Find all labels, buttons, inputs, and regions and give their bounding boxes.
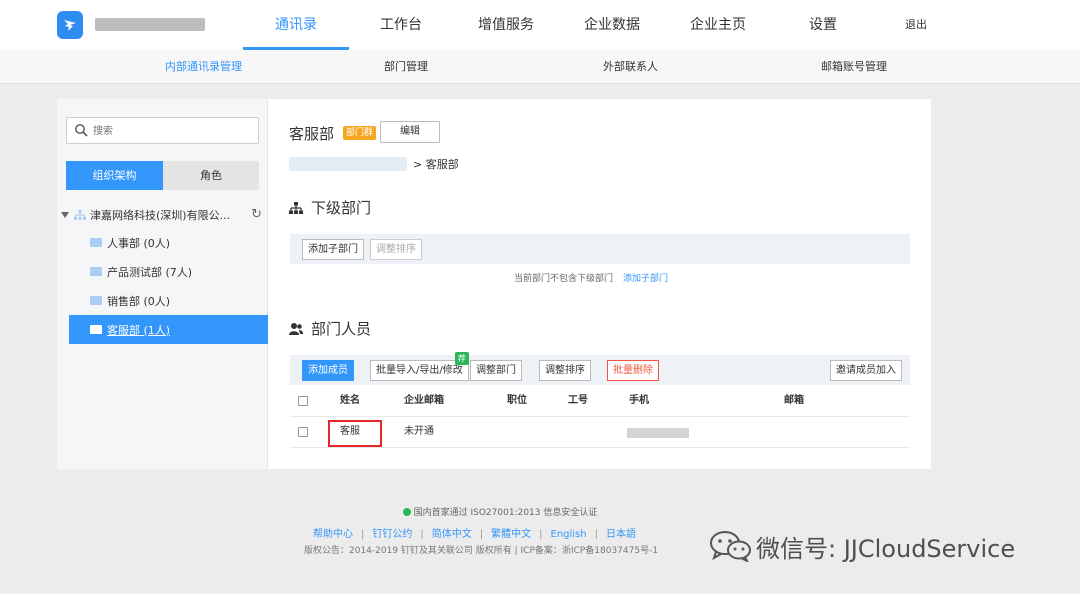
section-title-text: 部门人员 (311, 320, 372, 338)
adjust-department-button[interactable]: 调整部门 (470, 360, 522, 381)
member-mobile-blurred (627, 428, 689, 438)
folder-icon (90, 325, 102, 334)
search-icon (75, 124, 88, 137)
org-root-label: 津嘉网络科技(深圳)有限公... (90, 209, 231, 222)
batch-import-export-label: 批量导入/导出/修改 (376, 365, 463, 376)
table-row[interactable]: 客服 未开通 (290, 417, 910, 448)
subnav-mailbox-accounts[interactable]: 邮箱账号管理 (821, 50, 887, 84)
logout-link[interactable]: 退出 (905, 0, 927, 50)
tree-item-label: 客服部 (1人) (107, 323, 171, 337)
tab-contacts[interactable]: 通讯录 (243, 0, 349, 50)
folder-icon (90, 296, 102, 305)
department-content: 客服部 部门群 编辑 > 客服部 下级部门 添加子部门 调整排序 当前部门不包含… (269, 99, 931, 469)
tree-item-label: 产品测试部 (7人) (107, 265, 193, 279)
certification-text: 国内首家通过 ISO27001:2013 信息安全认证 (413, 508, 598, 518)
sort-sub-departments-button[interactable]: 调整排序 (370, 239, 422, 260)
department-title: 客服部 (289, 125, 335, 143)
members-section-title: 部门人员 (289, 318, 371, 339)
footer-link-simplified-chinese[interactable]: 简体中文 (432, 529, 472, 540)
column-header-mobile: 手机 (629, 395, 649, 406)
sub-department-section-title: 下级部门 (289, 197, 371, 218)
invite-members-button[interactable]: 邀请成员加入 (830, 360, 902, 381)
section-title-text: 下级部门 (311, 199, 372, 217)
separator: | (479, 529, 484, 540)
tree-item-label: 销售部 (0人) (107, 294, 171, 308)
row-checkbox[interactable] (298, 427, 308, 437)
tree-item-hr[interactable]: 人事部 (0人) (69, 228, 268, 257)
search-box[interactable] (66, 117, 259, 144)
column-header-position: 职位 (507, 395, 527, 406)
users-icon (289, 322, 303, 335)
top-bar: 通讯录 工作台 增值服务 企业数据 企业主页 设置 退出 (0, 0, 1080, 50)
shield-check-icon (402, 508, 411, 516)
select-all-checkbox[interactable] (298, 396, 308, 406)
member-corp-email: 未开通 (404, 426, 434, 437)
add-member-button[interactable]: 添加成员 (302, 360, 354, 381)
tree-item-sales[interactable]: 销售部 (0人) (69, 286, 268, 315)
tab-settings[interactable]: 设置 (790, 0, 856, 50)
member-name[interactable]: 客服 (340, 417, 360, 448)
footer-link-convention[interactable]: 钉钉公约 (372, 529, 412, 540)
department-group-badge: 部门群 (343, 126, 377, 140)
tree-item-label: 人事部 (0人) (107, 236, 171, 250)
separator: | (539, 529, 543, 540)
company-name-blurred (95, 18, 205, 31)
tab-org-structure[interactable]: 组织架构 (66, 161, 163, 190)
separator: | (361, 529, 365, 540)
tab-workbench[interactable]: 工作台 (362, 0, 440, 50)
subnav-external-contacts[interactable]: 外部联系人 (603, 50, 658, 84)
recommend-badge: 荐 (454, 352, 469, 365)
watermark-text: 微信号: JJCloudService (756, 534, 1016, 563)
org-tree-root[interactable]: 津嘉网络科技(深圳)有限公... ↻ (61, 207, 266, 223)
add-sub-department-link[interactable]: 添加子部门 (623, 274, 668, 284)
dingtalk-logo-icon[interactable] (57, 11, 83, 39)
tab-value-added-services[interactable]: 增值服务 (466, 0, 546, 50)
tree-item-customer-service[interactable]: 客服部 (1人) (69, 315, 268, 344)
batch-import-export-button[interactable]: 批量导入/导出/修改 荐 (370, 352, 469, 381)
breadcrumb-current: > 客服部 (413, 158, 459, 171)
separator: | (420, 529, 424, 540)
sub-navigation: 内部通讯录管理 部门管理 外部联系人 邮箱账号管理 (0, 50, 1080, 84)
column-header-job-number: 工号 (568, 395, 588, 406)
main-panel: 组织架构 角色 津嘉网络科技(深圳)有限公... ↻ 人事部 (0人) 产品测试… (57, 99, 931, 469)
org-tree-icon (289, 201, 303, 214)
add-sub-department-button[interactable]: 添加子部门 (302, 239, 364, 260)
empty-note-text: 当前部门不包含下级部门 (514, 274, 614, 284)
search-input[interactable] (93, 122, 253, 140)
tab-company-homepage[interactable]: 企业主页 (678, 0, 758, 50)
sub-department-toolbar: 添加子部门 调整排序 (290, 234, 910, 264)
org-chart-icon (74, 210, 86, 220)
separator: | (594, 529, 598, 540)
footer-link-japanese[interactable]: 日本語 (606, 529, 636, 540)
refresh-icon[interactable]: ↻ (251, 207, 262, 222)
footer-link-traditional-chinese[interactable]: 繁體中文 (491, 529, 531, 540)
column-header-name: 姓名 (340, 395, 360, 406)
edit-department-button[interactable]: 编辑 (380, 121, 440, 143)
wechat-icon (710, 531, 751, 562)
footer-link-help[interactable]: 帮助中心 (313, 529, 353, 540)
tab-roles[interactable]: 角色 (163, 161, 259, 190)
footer-link-english[interactable]: English (551, 529, 587, 540)
empty-sub-department-note: 当前部门不包含下级部门 添加子部门 (514, 271, 668, 284)
subnav-department-management[interactable]: 部门管理 (384, 50, 428, 84)
members-table-header: 姓名 企业邮箱 职位 工号 手机 邮箱 (290, 386, 910, 417)
tab-company-data[interactable]: 企业数据 (572, 0, 652, 50)
security-certification: 国内首家通过 ISO27001:2013 信息安全认证 (0, 505, 1000, 518)
copyright-notice: 版权公告：2014-2019 钉钉及其关联公司 版权所有 | ICP备案：浙IC… (304, 546, 659, 556)
breadcrumb-blurred (289, 157, 407, 171)
footer-links: 帮助中心 | 钉钉公约 | 简体中文 | 繁體中文 | English | 日本語 (313, 525, 636, 540)
sort-members-button[interactable]: 调整排序 (539, 360, 591, 381)
subnav-internal-contacts[interactable]: 内部通讯录管理 (165, 50, 242, 84)
column-header-corp-email: 企业邮箱 (404, 395, 444, 406)
column-header-email: 邮箱 (784, 395, 804, 406)
caret-down-icon[interactable] (61, 212, 69, 218)
tree-item-product-testing[interactable]: 产品测试部 (7人) (69, 257, 268, 286)
folder-icon (90, 267, 102, 276)
wechat-watermark: 微信号: JJCloudService (708, 529, 1015, 563)
folder-icon (90, 238, 102, 247)
batch-delete-button[interactable]: 批量删除 (607, 360, 659, 381)
sidebar: 组织架构 角色 津嘉网络科技(深圳)有限公... ↻ 人事部 (0人) 产品测试… (57, 99, 268, 469)
members-toolbar: 添加成员 批量导入/导出/修改 荐 调整部门 调整排序 批量删除 邀请成员加入 (290, 352, 910, 385)
